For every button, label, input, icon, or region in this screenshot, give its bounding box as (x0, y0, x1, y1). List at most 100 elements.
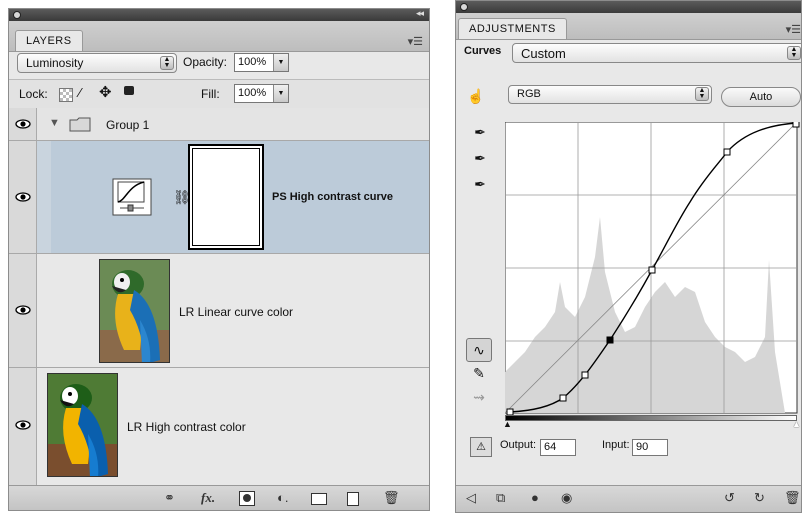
channel-value: RGB (517, 88, 541, 100)
on-image-adjust-hand-icon[interactable]: ☝ (464, 85, 488, 107)
layer-row-ps-curve[interactable]: ⛓ PS High contrast curve (9, 141, 429, 254)
tab-adjustments[interactable]: ADJUSTMENTS (458, 18, 567, 39)
black-point-eyedropper-icon[interactable]: ✒ (468, 121, 492, 143)
eye-icon[interactable] (15, 420, 31, 430)
curves-graph[interactable] (505, 122, 801, 422)
lock-all-icon[interactable] (124, 86, 134, 95)
new-group-folder-icon[interactable] (311, 493, 327, 505)
layer-mask-thumbnail[interactable] (188, 144, 264, 250)
view-previous-state-icon[interactable]: ◉ (561, 491, 572, 505)
preset-value: Custom (521, 46, 566, 61)
stepper-arrows-icon: ▲ ▼ (160, 56, 174, 70)
lock-pixels-brush-icon[interactable]: ⁄ (79, 85, 81, 100)
trash-icon[interactable]: 🗑 (784, 491, 801, 505)
gray-point-eyedropper-icon[interactable]: ✒ (468, 147, 492, 169)
eye-icon[interactable] (15, 305, 31, 315)
curve-point (792, 122, 800, 128)
pencil-draw-icon[interactable]: ✎ (467, 362, 491, 384)
curve-point (648, 266, 656, 274)
curve-point (581, 371, 589, 379)
layers-titlebar: ◂◂ (9, 9, 429, 21)
tab-layers[interactable]: LAYERS (15, 30, 83, 51)
eye-icon[interactable] (15, 192, 31, 202)
channel-dropdown[interactable]: RGB ▲ ▼ (508, 85, 712, 104)
reset-icon[interactable]: ↻ (754, 491, 765, 505)
eye-icon[interactable] (15, 119, 31, 129)
blend-mode-value: Luminosity (26, 56, 84, 70)
collapse-icon[interactable]: ◂◂ (416, 9, 424, 19)
close-icon[interactable] (13, 11, 21, 19)
toggle-visibility-icon[interactable]: ● (531, 491, 539, 505)
panel-menu-icon[interactable]: ▾☰ (408, 35, 423, 48)
adjustments-tab-row: ADJUSTMENTS ▾☰ (456, 13, 801, 40)
group-expand-triangle-icon[interactable]: ▼ (49, 117, 60, 129)
preset-dropdown[interactable]: Custom ▲ ▼ (512, 43, 801, 63)
layer-row-lr-linear[interactable]: LR Linear curve color (9, 254, 429, 368)
adjustments-bottom-toolbar: ◁ ⧉ ● ◉ ↺ ↻ 🗑 (456, 485, 801, 512)
lock-label: Lock: (19, 87, 48, 101)
stepper-arrows-icon: ▲ ▼ (695, 87, 709, 101)
fill-value: 100% (238, 87, 267, 99)
adjustments-titlebar (456, 1, 801, 13)
clipping-warning-icon[interactable]: ⚠ (470, 437, 492, 457)
dropdown-arrow-icon[interactable]: ▼ (273, 85, 288, 102)
trash-icon[interactable]: 🗑 (383, 491, 400, 505)
input-gradient-bar (505, 415, 797, 421)
opacity-value: 100% (238, 56, 267, 68)
smooth-curve-icon[interactable]: ⇝ (467, 386, 491, 408)
input-label: Input: (602, 439, 630, 451)
link-layers-icon[interactable]: ⚭ (164, 491, 175, 505)
layer-row-lr-high-contrast[interactable]: LR High contrast color (9, 368, 429, 485)
fx-icon[interactable]: fx. (201, 491, 215, 505)
new-layer-icon[interactable] (347, 492, 359, 506)
group-row[interactable]: ▼ Group 1 (9, 108, 429, 141)
parrot-thumbnail[interactable] (47, 373, 118, 477)
folder-icon (69, 117, 91, 132)
opacity-field[interactable]: 100% ▼ (234, 53, 289, 72)
curve-point-tool-icon[interactable]: ∿ (466, 338, 492, 362)
clip-to-layer-icon[interactable]: ⧉ (496, 491, 505, 505)
curves-adjustment-icon (112, 178, 152, 216)
visibility-cell[interactable] (9, 141, 37, 253)
blend-mode-dropdown[interactable]: Luminosity ▲ ▼ (17, 53, 177, 73)
back-arrow-icon[interactable]: ◁ (466, 491, 476, 505)
lock-row: Lock: ⁄ ✥ Fill: 100% ▼ (9, 79, 429, 109)
indent-spacer (37, 141, 51, 253)
curves-title: Curves (464, 45, 502, 57)
white-point-slider-icon[interactable]: ▲ (792, 419, 801, 429)
curve-point-selected (606, 336, 614, 344)
panel-menu-icon[interactable]: ▾☰ (786, 23, 801, 36)
view-previous-icon[interactable]: ↺ (724, 491, 735, 505)
layer-name: PS High contrast curve (272, 191, 394, 203)
fill-label: Fill: (201, 87, 220, 101)
layers-tab-row: LAYERS ▾☰ (9, 21, 429, 52)
lock-position-icon[interactable]: ✥ (99, 83, 112, 101)
close-icon[interactable] (460, 3, 468, 11)
parrot-thumbnail[interactable] (99, 259, 170, 363)
adjustment-layer-icon[interactable]: ◐. (277, 491, 288, 505)
output-label: Output: (500, 439, 537, 451)
layers-bottom-toolbar: ⚭ fx. ◐. 🗑 (9, 485, 429, 510)
black-point-slider-icon[interactable]: ▲ (503, 419, 512, 429)
lock-transparent-icon[interactable] (59, 88, 73, 102)
input-field[interactable]: 90 (632, 439, 668, 456)
stepper-arrows-icon: ▲ ▼ (787, 46, 801, 60)
layers-list: ▼ Group 1 ⛓ PS High contrast curve LR Li… (9, 108, 429, 486)
auto-button[interactable]: Auto (721, 87, 801, 107)
curve-point (559, 394, 567, 402)
white-point-eyedropper-icon[interactable]: ✒ (468, 173, 492, 195)
group-name: Group 1 (106, 118, 150, 132)
curve-point (723, 148, 731, 156)
dropdown-arrow-icon[interactable]: ▼ (273, 54, 288, 71)
layers-panel: ◂◂ LAYERS ▾☰ Luminosity ▲ ▼ Opacity: 100%… (8, 8, 430, 511)
visibility-cell[interactable] (9, 254, 37, 367)
opacity-label: Opacity: (183, 55, 228, 69)
layer-name: LR Linear curve color (179, 305, 294, 319)
output-field[interactable]: 64 (540, 439, 576, 456)
visibility-cell[interactable] (9, 108, 37, 140)
fill-field[interactable]: 100% ▼ (234, 84, 289, 103)
visibility-cell[interactable] (9, 368, 37, 485)
adjustments-panel: ADJUSTMENTS ▾☰ Curves Custom ▲ ▼ ☝ RGB ▲ ▼… (455, 0, 802, 513)
add-mask-icon[interactable] (239, 491, 255, 506)
layer-name: LR High contrast color (127, 420, 246, 434)
